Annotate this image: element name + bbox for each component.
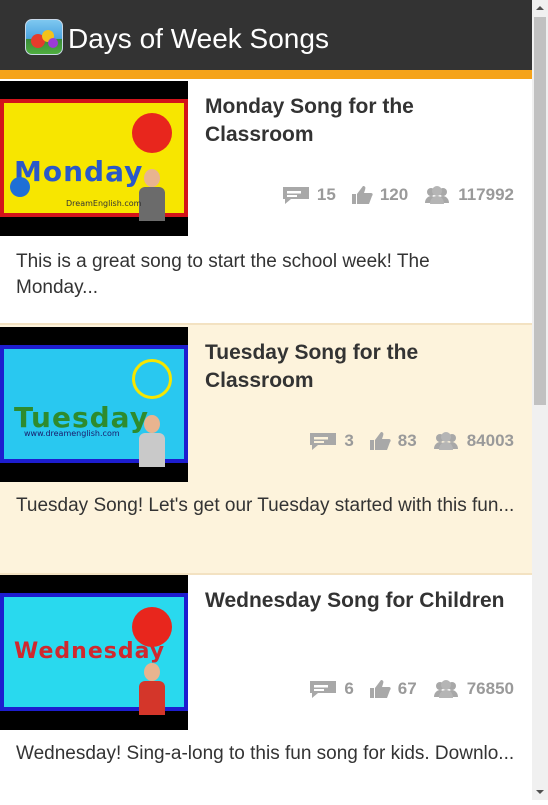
- presenter-image: [136, 663, 168, 715]
- video-list: Monday DreamEnglish.com Monday Song for …: [0, 79, 532, 805]
- video-thumbnail[interactable]: Wednesday: [0, 575, 188, 730]
- video-thumbnail[interactable]: Tuesday www.dreamenglish.com: [0, 327, 188, 482]
- video-list-item[interactable]: Wednesday Wednesday Song for Children 6 …: [0, 575, 532, 805]
- likes-stat: 120: [350, 185, 408, 205]
- video-title[interactable]: Monday Song for the Classroom: [205, 93, 515, 149]
- presenter-image: [136, 415, 168, 467]
- video-description: Tuesday Song! Let's get our Tuesday star…: [16, 495, 515, 516]
- sun-icon: [132, 113, 172, 153]
- comment-icon: [282, 187, 309, 204]
- thumbs-up-icon: [369, 680, 391, 698]
- thumbnail-site: www.dreamenglish.com: [24, 429, 120, 438]
- thumbnail-site: DreamEnglish.com: [66, 199, 142, 208]
- presenter-image: [136, 169, 168, 221]
- likes-stat: 67: [368, 679, 417, 699]
- video-description: This is a great song to start the school…: [16, 251, 430, 298]
- video-stats: 3 83 84003: [308, 431, 514, 451]
- video-description: Wednesday! Sing-a-long to this fun song …: [16, 743, 515, 764]
- comments-stat: 3: [308, 431, 354, 451]
- video-list-item[interactable]: Monday DreamEnglish.com Monday Song for …: [0, 79, 532, 325]
- app-title: Days of Week Songs: [68, 23, 329, 54]
- video-stats: 6 67 76850: [308, 679, 514, 699]
- sun-icon: [132, 359, 172, 399]
- comments-stat: 15: [281, 185, 336, 205]
- video-title[interactable]: Wednesday Song for Children: [205, 587, 515, 615]
- scrollbar[interactable]: [532, 0, 548, 800]
- viewers-icon: [433, 432, 458, 450]
- viewers-icon: [425, 186, 450, 204]
- sun-icon: [132, 607, 172, 647]
- video-list-item[interactable]: Tuesday www.dreamenglish.com Tuesday Son…: [0, 325, 532, 575]
- thumbs-up-icon: [351, 186, 373, 204]
- comment-icon: [310, 681, 337, 698]
- video-stats: 15 120 117992: [281, 185, 514, 205]
- fruit-app-icon: [25, 19, 63, 55]
- video-thumbnail[interactable]: Monday DreamEnglish.com: [0, 81, 188, 236]
- video-title[interactable]: Tuesday Song for the Classroom: [205, 339, 515, 395]
- scroll-down-arrow-icon[interactable]: [532, 784, 548, 800]
- viewers-icon: [433, 680, 458, 698]
- views-stat: 84003: [431, 431, 514, 451]
- thumbnail-word: Monday: [14, 155, 144, 188]
- app-bar: Days of Week Songs: [0, 0, 548, 79]
- likes-stat: 83: [368, 431, 417, 451]
- comment-icon: [310, 433, 337, 450]
- views-stat: 117992: [422, 185, 514, 205]
- comments-stat: 6: [308, 679, 354, 699]
- views-stat: 76850: [431, 679, 514, 699]
- scrollbar-thumb[interactable]: [534, 17, 546, 405]
- thumbs-up-icon: [369, 432, 391, 450]
- alarm-clock-icon: [10, 177, 30, 197]
- scroll-up-arrow-icon[interactable]: [532, 0, 548, 16]
